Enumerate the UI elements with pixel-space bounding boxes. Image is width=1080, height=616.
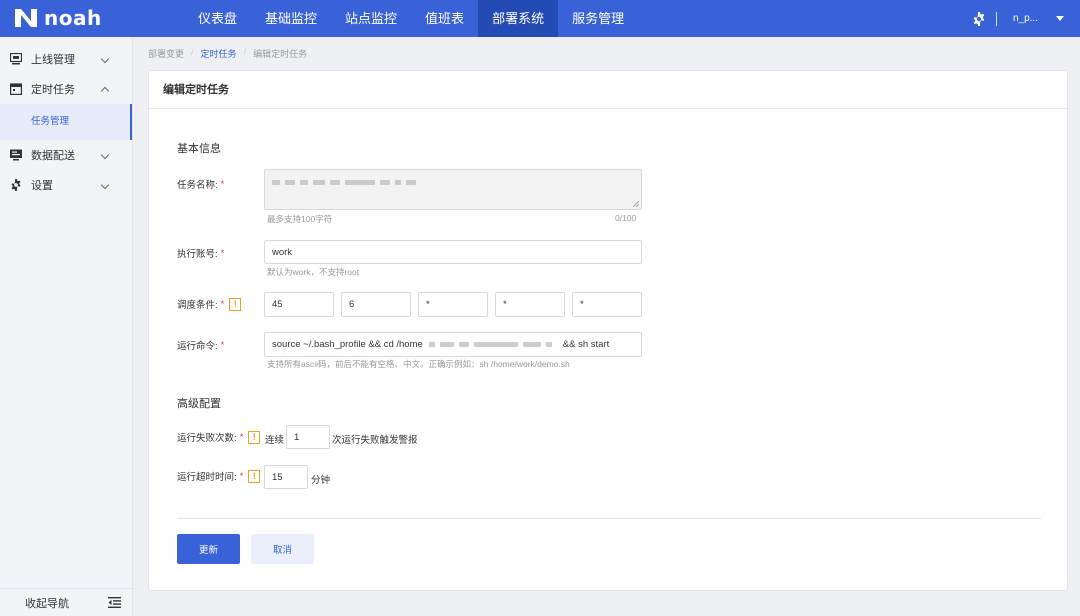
command-text-start: source ~/.bash_profile && cd /home [272, 339, 423, 350]
task-name-hint: 最多支持100字符 [267, 214, 333, 224]
top-right-tools: n_p... [972, 0, 1064, 37]
command-input[interactable]: source ~/.bash_profile && cd /home && sh… [264, 332, 642, 357]
resize-handle-icon[interactable] [633, 201, 639, 207]
breadcrumb-item[interactable]: 部署变更 [148, 47, 184, 60]
command-text-end: && sh start [562, 339, 610, 350]
warning-icon[interactable]: ! [248, 430, 261, 444]
cancel-button[interactable]: 取消 [251, 534, 314, 564]
cron-weekday-input[interactable]: * [572, 292, 642, 317]
required-mark: * [220, 178, 225, 190]
cron-day-input[interactable]: * [418, 292, 488, 317]
timeout-unit: 分钟 [311, 475, 331, 486]
fail-count-input[interactable]: 1 [286, 425, 330, 449]
command-label: 运行命令: * [177, 338, 225, 353]
fail-count-prefix: 连续 [265, 435, 285, 446]
fail-count-suffix: 次运行失败触发警报 [332, 435, 418, 446]
cron-hour-input[interactable]: 6 [341, 292, 411, 317]
required-mark: * [220, 339, 225, 351]
nav-item-site-monitoring[interactable]: 站点监控 [331, 0, 411, 37]
sidebar-subitem-task-management[interactable]: 任务管理 [0, 104, 132, 140]
warning-icon[interactable]: ! [229, 297, 242, 311]
account-input[interactable]: work [264, 240, 642, 264]
required-mark: * [239, 470, 244, 482]
task-name-label: 任务名称: * [177, 177, 225, 192]
nav-item-duty-schedule[interactable]: 值班表 [411, 0, 478, 37]
label-text: 运行超时时间: [177, 472, 237, 483]
nav-item-dashboard[interactable]: 仪表盘 [184, 0, 251, 37]
schedule-label: 调度条件: *! [177, 297, 242, 311]
label-text: 运行失败次数: [177, 433, 237, 444]
breadcrumb: 部署变更 / 定时任务 / 编辑定时任务 [148, 47, 307, 60]
label-text: 任务名称: [177, 180, 218, 191]
app-logo[interactable]: noah [13, 6, 102, 30]
sidebar-item-label: 设置 [31, 180, 53, 192]
required-mark: * [220, 298, 225, 310]
calendar-icon [10, 83, 22, 95]
nav-item-basic-monitoring[interactable]: 基础监控 [251, 0, 331, 37]
breadcrumb-separator: / [191, 47, 194, 57]
label-text: 调度条件: [177, 300, 218, 311]
breadcrumb-current: 编辑定时任务 [253, 49, 308, 59]
timeout-label: 运行超时时间: *! [177, 469, 261, 483]
noah-logo-icon [15, 9, 37, 27]
sidebar: 上线管理 定时任务 任务管理 数据配送 设置 收起导航 [0, 37, 133, 616]
collapse-nav-button[interactable]: 收起导航 [0, 588, 133, 616]
user-menu-caret-icon[interactable] [1056, 16, 1064, 21]
sidebar-item-label: 上线管理 [31, 54, 75, 66]
update-button[interactable]: 更新 [177, 534, 240, 564]
chevron-down-icon [100, 180, 110, 190]
breadcrumb-item[interactable]: 定时任务 [201, 47, 237, 60]
edit-task-card: 编辑定时任务 基本信息 任务名称: * 最多支持100字符 0/100 执行账号:… [148, 70, 1068, 591]
divider [995, 11, 997, 26]
breadcrumb-separator: / [243, 47, 247, 57]
char-counter: 0/100 [615, 213, 637, 223]
page-title: 编辑定时任务 [149, 71, 1067, 109]
chevron-down-icon [100, 54, 110, 64]
task-name-textarea[interactable] [264, 169, 642, 210]
nav-item-service-management[interactable]: 服务管理 [558, 0, 638, 37]
chevron-up-icon [100, 86, 110, 96]
top-navigation-bar: noah 仪表盘 基础监控 站点监控 值班表 部署系统 服务管理 n_p... [0, 0, 1080, 37]
sidebar-item-scheduled-tasks[interactable]: 定时任务 [0, 74, 132, 104]
sidebar-item-data-delivery[interactable]: 数据配送 [0, 140, 132, 170]
screen-icon [10, 149, 22, 161]
collapse-menu-icon [108, 597, 121, 608]
gear-icon [10, 179, 22, 191]
fail-count-label: 运行失败次数: *! [177, 430, 261, 444]
gear-icon[interactable] [972, 11, 986, 26]
section-title-advanced: 高级配置 [177, 398, 221, 410]
chevron-down-icon [100, 150, 110, 160]
sidebar-item-settings[interactable]: 设置 [0, 170, 132, 200]
app-name: noah [44, 6, 102, 30]
required-mark: * [239, 431, 244, 443]
nav-item-deploy-system[interactable]: 部署系统 [478, 0, 559, 37]
section-title-basic: 基本信息 [177, 143, 221, 155]
sidebar-item-label: 数据配送 [31, 150, 75, 162]
timeout-input[interactable]: 15 [264, 465, 308, 489]
cron-minute-input[interactable]: 45 [264, 292, 334, 317]
sidebar-item-label: 定时任务 [31, 84, 75, 96]
form-divider [177, 518, 1041, 519]
label-text: 运行命令: [177, 341, 218, 352]
command-hint: 支持所有ascii码，前后不能有空格、中文。正确示例如：sh /home/wor… [267, 359, 570, 369]
cron-month-input[interactable]: * [495, 292, 565, 317]
label-text: 执行账号: [177, 249, 218, 260]
redacted-text [428, 342, 557, 347]
main-nav: 仪表盘 基础监控 站点监控 值班表 部署系统 服务管理 [184, 0, 638, 37]
user-name[interactable]: n_p... [1013, 13, 1038, 24]
required-mark: * [220, 247, 225, 259]
collapse-nav-label: 收起导航 [25, 597, 69, 610]
sidebar-item-release-management[interactable]: 上线管理 [0, 44, 132, 74]
account-label: 执行账号: * [177, 246, 225, 261]
warning-icon[interactable]: ! [248, 469, 261, 483]
account-hint: 默认为work，不支持root [267, 267, 360, 277]
monitor-icon [10, 53, 22, 65]
